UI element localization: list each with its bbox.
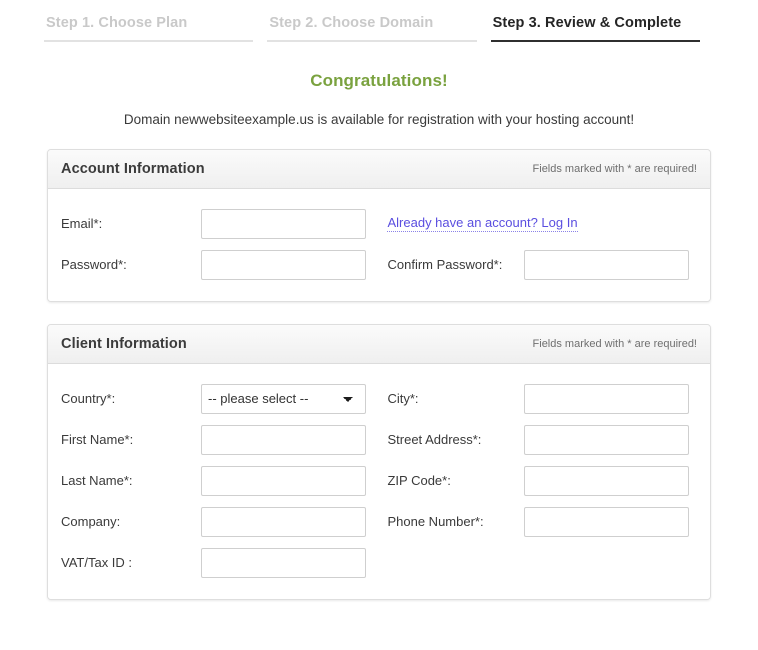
- city-label: City*:: [387, 391, 419, 406]
- country-select[interactable]: -- please select --: [201, 383, 366, 414]
- first-name-field-group: First Name*:: [48, 424, 387, 455]
- wizard-step-2[interactable]: Step 2. Choose Domain: [267, 15, 477, 42]
- last-name-label: Last Name*:: [61, 473, 133, 488]
- company-input[interactable]: [201, 506, 366, 537]
- client-panel-header: Client Information Fields marked with * …: [48, 325, 710, 364]
- client-row-firstname-street: First Name*: Street Address*:: [48, 419, 710, 460]
- phone-number-input[interactable]: [524, 506, 690, 537]
- confirm-password-field-group: Confirm Password*:: [387, 249, 710, 280]
- company-field-group: Company:: [48, 506, 387, 537]
- vat-label: VAT/Tax ID :: [61, 555, 133, 570]
- congratulations-heading: Congratulations!: [310, 71, 448, 90]
- country-label: Country*:: [61, 391, 116, 406]
- country-field-group: Country*: -- please select --: [48, 383, 387, 414]
- zip-code-field-group: ZIP Code*:: [387, 465, 710, 496]
- password-field-group: Password*:: [48, 249, 387, 280]
- email-input[interactable]: [201, 208, 366, 239]
- zip-code-label: ZIP Code*:: [387, 473, 451, 488]
- email-label: Email*:: [61, 216, 103, 231]
- account-panel-body: Email*: Already have an account? Log In …: [48, 189, 710, 301]
- login-link[interactable]: Already have an account? Log In: [387, 215, 578, 232]
- account-information-panel: Account Information Fields marked with *…: [47, 149, 711, 302]
- company-label: Company:: [61, 514, 121, 529]
- wizard-step-1[interactable]: Step 1. Choose Plan: [44, 15, 254, 42]
- account-row-password: Password*: Confirm Password*:: [48, 244, 710, 285]
- phone-number-label: Phone Number*:: [387, 514, 484, 529]
- first-name-label: First Name*:: [61, 432, 134, 447]
- client-row-lastname-zip: Last Name*: ZIP Code*:: [48, 460, 710, 501]
- street-address-label: Street Address*:: [387, 432, 482, 447]
- client-row-company-phone: Company: Phone Number*:: [48, 501, 710, 542]
- zip-code-input[interactable]: [524, 465, 690, 496]
- wizard-step-1-label: Step 1. Choose Plan: [46, 15, 188, 31]
- wizard-steps: Step 1. Choose Plan Step 2. Choose Domai…: [0, 0, 758, 42]
- street-address-input[interactable]: [524, 424, 690, 455]
- wizard-step-3-label: Step 3. Review & Complete: [492, 15, 682, 31]
- vat-field-group: VAT/Tax ID :: [48, 547, 387, 578]
- password-input[interactable]: [201, 249, 366, 280]
- first-name-input[interactable]: [201, 424, 366, 455]
- client-panel-title: Client Information: [61, 336, 187, 352]
- last-name-field-group: Last Name*:: [48, 465, 387, 496]
- wizard-step-3[interactable]: Step 3. Review & Complete: [490, 15, 700, 42]
- street-address-field-group: Street Address*:: [387, 424, 710, 455]
- confirm-password-input[interactable]: [524, 249, 690, 280]
- confirm-password-label: Confirm Password*:: [387, 257, 503, 272]
- city-input[interactable]: [524, 383, 690, 414]
- account-panel-header: Account Information Fields marked with *…: [48, 150, 710, 189]
- domain-availability-message: Domain newwebsiteexample.us is available…: [123, 112, 635, 127]
- client-row-vat: VAT/Tax ID :: [48, 542, 710, 583]
- client-information-panel: Client Information Fields marked with * …: [47, 324, 711, 600]
- last-name-input[interactable]: [201, 465, 366, 496]
- account-required-note: Fields marked with * are required!: [532, 163, 697, 175]
- client-required-note: Fields marked with * are required!: [532, 338, 697, 350]
- city-field-group: City*:: [387, 383, 710, 414]
- wizard-step-2-label: Step 2. Choose Domain: [269, 15, 434, 31]
- vat-input[interactable]: [201, 547, 366, 578]
- email-field-group: Email*:: [48, 208, 387, 239]
- account-panel-title: Account Information: [61, 161, 205, 177]
- client-row-country-city: Country*: -- please select -- City*:: [48, 378, 710, 419]
- login-link-group: Already have an account? Log In: [387, 215, 710, 232]
- client-panel-body: Country*: -- please select -- City*: Fir…: [48, 364, 710, 599]
- password-label: Password*:: [61, 257, 127, 272]
- phone-number-field-group: Phone Number*:: [387, 506, 710, 537]
- account-row-email: Email*: Already have an account? Log In: [48, 203, 710, 244]
